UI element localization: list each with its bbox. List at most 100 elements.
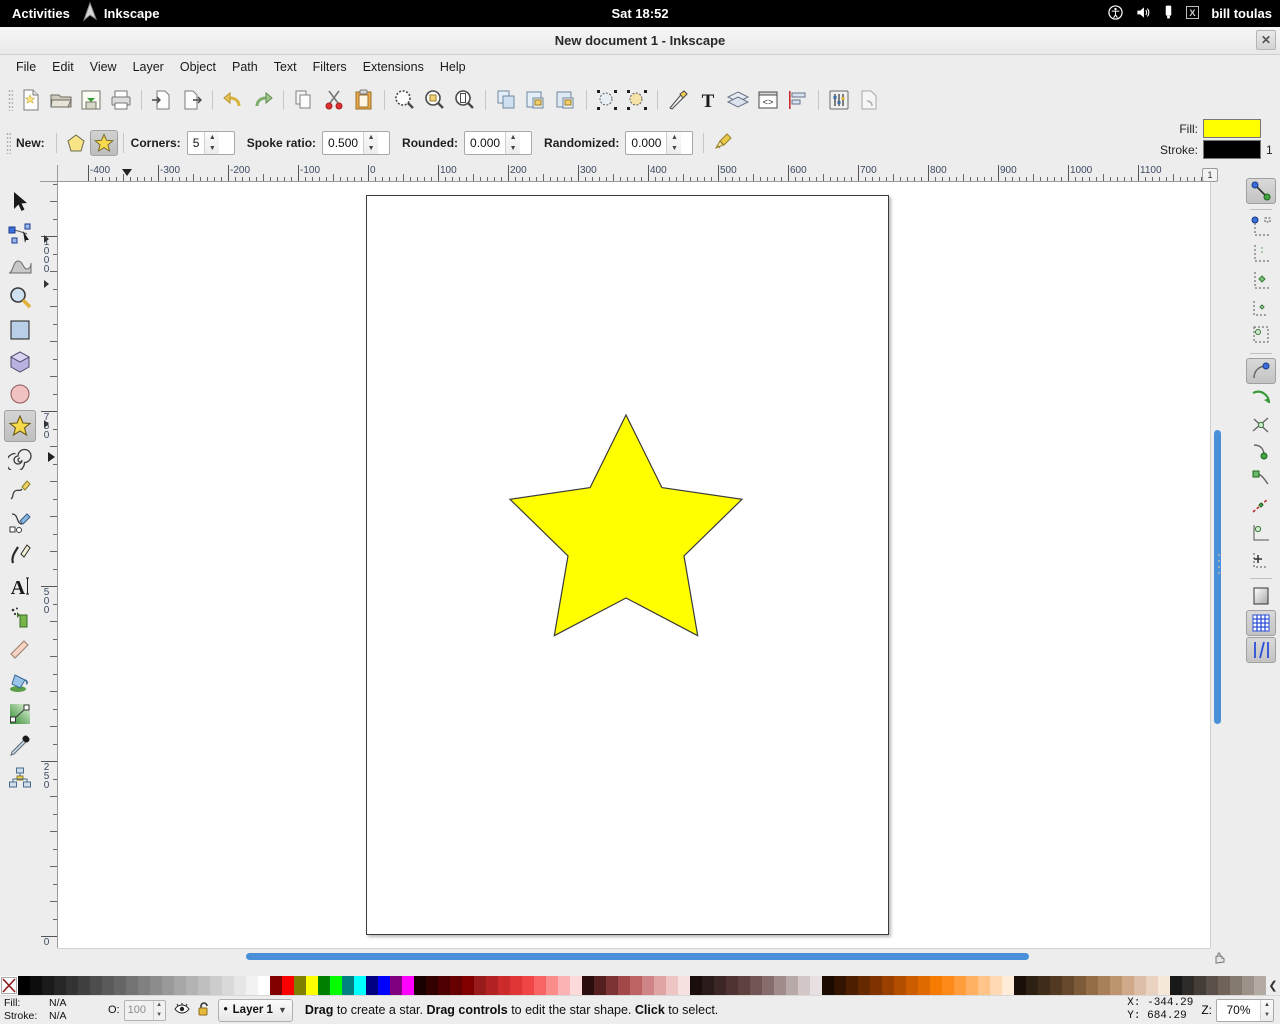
horizontal-scrollbar[interactable]: [58, 948, 1210, 964]
palette-swatch[interactable]: [1098, 976, 1110, 995]
palette-swatch[interactable]: [126, 976, 138, 995]
palette-swatch[interactable]: [1038, 976, 1050, 995]
opacity-stepper[interactable]: ▲▼: [153, 1001, 165, 1020]
zoom-page-icon[interactable]: [450, 85, 480, 115]
palette-swatch[interactable]: [54, 976, 66, 995]
palette-swatch[interactable]: [654, 976, 666, 995]
palette-swatch[interactable]: [1218, 976, 1230, 995]
palette-swatch[interactable]: [366, 976, 378, 995]
volume-icon[interactable]: [1135, 5, 1151, 23]
palette-swatch[interactable]: [870, 976, 882, 995]
zoom-selection-icon[interactable]: [390, 85, 420, 115]
username-label[interactable]: bill toulas: [1211, 6, 1272, 21]
snap-cusp-node-toggle[interactable]: [1246, 439, 1276, 465]
preferences-icon[interactable]: [824, 85, 854, 115]
text-tool-icon[interactable]: T: [693, 85, 723, 115]
palette-swatch[interactable]: [414, 976, 426, 995]
snap-nodes-paths-toggle[interactable]: [1246, 358, 1276, 384]
palette-swatch[interactable]: [666, 976, 678, 995]
palette-swatch[interactable]: [630, 976, 642, 995]
palette-swatch[interactable]: [966, 976, 978, 995]
rounded-stepper[interactable]: ▲▼: [505, 132, 520, 154]
palette-swatch[interactable]: [450, 976, 462, 995]
palette-swatch[interactable]: [510, 976, 522, 995]
palette-swatch[interactable]: [258, 976, 270, 995]
new-document-icon[interactable]: [16, 85, 46, 115]
spoke-ratio-field[interactable]: 0.500 ▲▼: [322, 131, 390, 155]
reset-defaults-icon[interactable]: [709, 128, 739, 158]
palette-swatch[interactable]: [714, 976, 726, 995]
palette-swatch[interactable]: [894, 976, 906, 995]
palette-swatch[interactable]: [750, 976, 762, 995]
menu-edit[interactable]: Edit: [44, 58, 82, 76]
palette-swatch[interactable]: [306, 976, 318, 995]
palette-swatch[interactable]: [210, 976, 222, 995]
palette-swatch[interactable]: [318, 976, 330, 995]
clock-button[interactable]: Sat 18:52: [0, 6, 1280, 21]
snap-page-border-toggle[interactable]: [1246, 583, 1276, 609]
status-style-indicator[interactable]: Fill:N/A Stroke:N/A: [0, 997, 108, 1023]
palette-swatch[interactable]: [1002, 976, 1014, 995]
palette-swatch[interactable]: [738, 976, 750, 995]
layer-selector[interactable]: • Layer 1 ▼: [218, 999, 293, 1022]
zoom-tool[interactable]: [4, 282, 36, 314]
snap-path-toggle[interactable]: [1246, 385, 1276, 411]
snap-grid-toggle[interactable]: [1246, 610, 1276, 636]
opacity-control[interactable]: O: 100 ▲▼: [108, 1000, 166, 1021]
palette-swatch[interactable]: [294, 976, 306, 995]
palette-swatch[interactable]: [954, 976, 966, 995]
palette-swatch[interactable]: [498, 976, 510, 995]
document-properties-icon[interactable]: [854, 85, 884, 115]
zoom-drawing-icon[interactable]: [420, 85, 450, 115]
palette-swatch[interactable]: [246, 976, 258, 995]
palette-swatch[interactable]: [834, 976, 846, 995]
palette-swatch[interactable]: [942, 976, 954, 995]
palette-swatch[interactable]: [1062, 976, 1074, 995]
palette-swatch[interactable]: [270, 976, 282, 995]
bezier-tool[interactable]: [4, 506, 36, 538]
snap-object-center-toggle[interactable]: [1246, 520, 1276, 546]
randomized-field[interactable]: 0.000 ▲▼: [625, 131, 693, 155]
palette-swatch[interactable]: [402, 976, 414, 995]
palette-swatch[interactable]: [330, 976, 342, 995]
app-menu-button[interactable]: Inkscape: [82, 2, 160, 25]
randomized-stepper[interactable]: ▲▼: [666, 132, 681, 154]
palette-swatch[interactable]: [1158, 976, 1170, 995]
palette-swatch[interactable]: [1182, 976, 1194, 995]
palette-swatch[interactable]: [1122, 976, 1134, 995]
horizontal-scrollbar-thumb[interactable]: [246, 953, 1029, 960]
palette-swatch[interactable]: [426, 976, 438, 995]
duplicate-icon[interactable]: [491, 85, 521, 115]
palette-swatch[interactable]: [42, 976, 54, 995]
palette-swatch[interactable]: [906, 976, 918, 995]
menu-text[interactable]: Text: [266, 58, 305, 76]
selector-tool[interactable]: [4, 186, 36, 218]
palette-swatch[interactable]: [882, 976, 894, 995]
pencil-tool[interactable]: [4, 474, 36, 506]
palette-swatch[interactable]: [1206, 976, 1218, 995]
menu-extensions[interactable]: Extensions: [355, 58, 432, 76]
vertical-scrollbar[interactable]: [1210, 182, 1226, 948]
palette-swatch[interactable]: [702, 976, 714, 995]
eye-icon[interactable]: [174, 1002, 190, 1019]
ellipse-tool[interactable]: [4, 378, 36, 410]
xml-editor-icon[interactable]: <>: [753, 85, 783, 115]
ungroup-icon[interactable]: [551, 85, 581, 115]
save-document-icon[interactable]: [76, 85, 106, 115]
accessibility-icon[interactable]: [1108, 5, 1123, 23]
menu-object[interactable]: Object: [172, 58, 224, 76]
palette-swatch[interactable]: [858, 976, 870, 995]
calligraphy-tool[interactable]: [4, 538, 36, 570]
palette-swatch[interactable]: [690, 976, 702, 995]
drawing-canvas[interactable]: [58, 182, 1210, 948]
paste-icon[interactable]: [349, 85, 379, 115]
vertical-scrollbar-thumb[interactable]: [1214, 430, 1221, 724]
unlock-icon[interactable]: [197, 1001, 211, 1020]
snap-bbox-corner-toggle[interactable]: [1246, 268, 1276, 294]
undo-icon[interactable]: [218, 85, 248, 115]
palette-swatch[interactable]: [30, 976, 42, 995]
palette-swatch[interactable]: [774, 976, 786, 995]
palette-swatch[interactable]: [138, 976, 150, 995]
palette-swatch[interactable]: [846, 976, 858, 995]
snap-bounding-box-toggle[interactable]: [1246, 214, 1276, 240]
